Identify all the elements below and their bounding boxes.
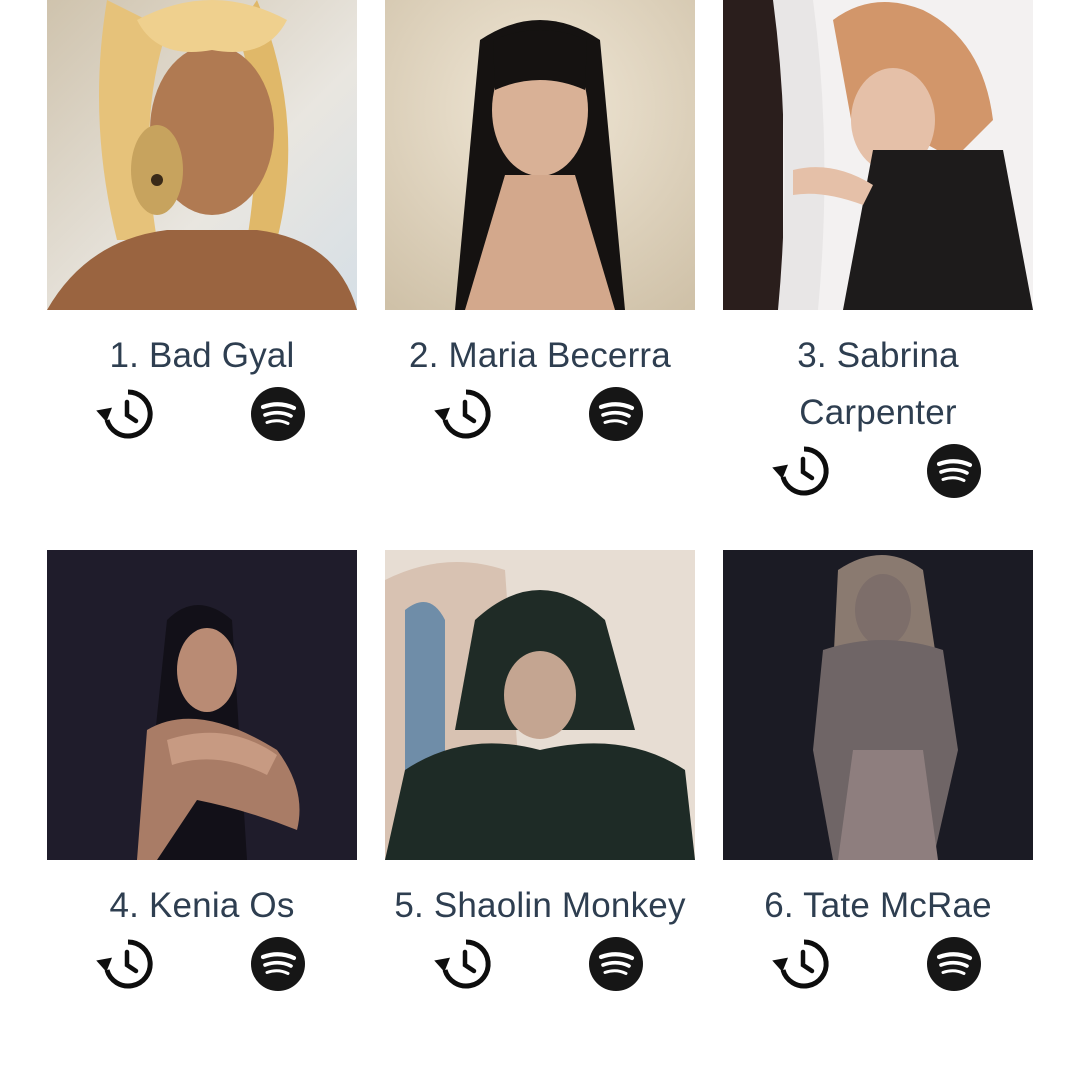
artist-photo-image xyxy=(47,0,357,310)
artist-name[interactable]: 3. Sabrina Carpenter xyxy=(723,327,1033,441)
history-icon[interactable] xyxy=(95,934,155,994)
history-icon[interactable] xyxy=(771,934,831,994)
artist-photo[interactable] xyxy=(385,0,695,310)
history-icon[interactable] xyxy=(433,384,493,444)
artist-actions xyxy=(47,934,357,994)
artist-grid: 1. Bad Gyal 2. Maria Becerra 3. Sabrina … xyxy=(0,0,1080,1065)
artist-name[interactable]: 1. Bad Gyal xyxy=(47,327,357,384)
artist-actions xyxy=(47,384,357,444)
history-icon[interactable] xyxy=(433,934,493,994)
artist-photo[interactable] xyxy=(47,550,357,860)
artist-photo-image xyxy=(385,550,695,860)
artist-card[interactable]: 6. Tate McRae xyxy=(723,550,1033,994)
spotify-icon[interactable] xyxy=(248,934,308,994)
artist-actions xyxy=(385,934,695,994)
artist-card[interactable]: 3. Sabrina Carpenter xyxy=(723,0,1033,501)
artist-photo[interactable] xyxy=(385,550,695,860)
history-icon[interactable] xyxy=(771,441,831,501)
spotify-icon[interactable] xyxy=(924,934,984,994)
artist-name[interactable]: 4. Kenia Os xyxy=(47,877,357,934)
artist-actions xyxy=(385,384,695,444)
artist-photo-image xyxy=(723,0,1033,310)
artist-name[interactable]: 6. Tate McRae xyxy=(723,877,1033,934)
artist-photo-image xyxy=(47,550,357,860)
artist-card[interactable]: 2. Maria Becerra xyxy=(385,0,695,444)
artist-card[interactable]: 1. Bad Gyal xyxy=(47,0,357,444)
artist-photo-image xyxy=(723,550,1033,860)
artist-card[interactable]: 4. Kenia Os xyxy=(47,550,357,994)
artist-actions xyxy=(723,441,1033,501)
spotify-icon[interactable] xyxy=(248,384,308,444)
artist-photo-image xyxy=(385,0,695,310)
spotify-icon[interactable] xyxy=(586,384,646,444)
spotify-icon[interactable] xyxy=(924,441,984,501)
spotify-icon[interactable] xyxy=(586,934,646,994)
artist-photo[interactable] xyxy=(723,550,1033,860)
artist-photo[interactable] xyxy=(47,0,357,310)
artist-actions xyxy=(723,934,1033,994)
history-icon[interactable] xyxy=(95,384,155,444)
artist-name[interactable]: 5. Shaolin Monkey xyxy=(385,877,695,934)
artist-photo[interactable] xyxy=(723,0,1033,310)
artist-card[interactable]: 5. Shaolin Monkey xyxy=(385,550,695,994)
artist-name[interactable]: 2. Maria Becerra xyxy=(385,327,695,384)
